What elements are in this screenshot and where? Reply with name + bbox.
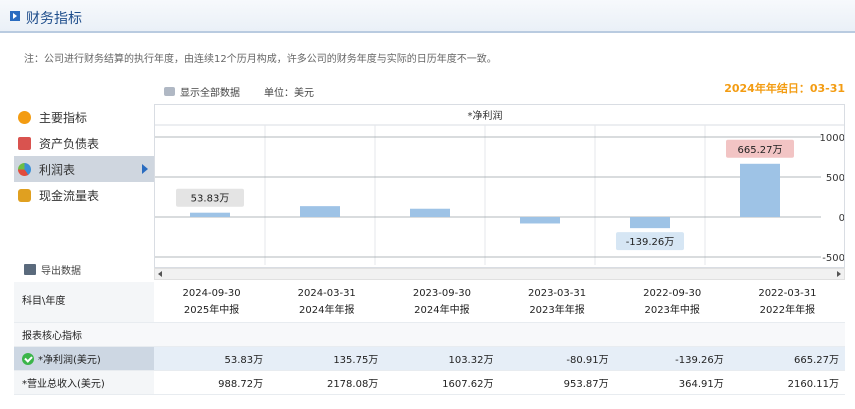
column-date: 2022-09-30 — [643, 287, 702, 299]
menu-item-label: 现金流量表 — [39, 188, 100, 203]
sun-icon — [18, 110, 31, 124]
menu-item-income-statement[interactable]: 利润表 — [14, 156, 154, 182]
data-label: 53.83万 — [191, 194, 230, 205]
table-header-row: 科目\年度 2024-09-30 2025年中报 2024-03-31 2024年年报 2… — [14, 282, 845, 323]
scroll-right-icon[interactable] — [837, 271, 841, 277]
column-period: 2025年中报 — [183, 304, 240, 316]
section-arrow-icon — [10, 11, 20, 21]
row-label-text: *营业总收入(美元) — [22, 378, 105, 390]
menu-item-label: 主要指标 — [39, 110, 88, 125]
menu-item-label: 利润表 — [39, 162, 76, 177]
menu-item-cash-flow[interactable]: 现金流量表 — [14, 182, 154, 208]
bar — [300, 206, 340, 217]
table-row[interactable]: *营业总收入(美元) 988.72万 2178.08万 1607.62万 953.87万… — [14, 370, 845, 395]
section-label: 报表核心指标 — [14, 322, 154, 347]
section-title: 财务指标 — [26, 11, 82, 27]
value-cell: 1607.62万 — [384, 370, 500, 395]
financial-table: 科目\年度 2024-09-30 2025年中报 2024-03-31 2024年年报 2… — [14, 282, 845, 395]
column-header: 2024-09-30 2025年中报 — [154, 282, 270, 323]
header-label: 科目\年度 — [14, 282, 154, 323]
column-period: 2023年年报 — [529, 304, 585, 316]
show-all-label[interactable]: 显示全部数据 — [180, 84, 240, 99]
data-label: -139.26万 — [626, 237, 675, 248]
value-cell: 103.32万 — [384, 346, 500, 371]
unit-label: 单位：美元 — [264, 88, 314, 99]
column-date: 2023-03-31 — [527, 287, 587, 299]
row-label-text: *净利润(美元) — [38, 354, 101, 366]
bar — [630, 217, 670, 229]
value-cell: 2160.11万 — [729, 370, 845, 395]
column-header: 2022-03-31 2022年年报 — [729, 282, 845, 323]
value-cell: -139.26万 — [614, 346, 730, 371]
show-all-toggle-icon[interactable] — [164, 87, 175, 96]
empty-cell — [614, 322, 730, 347]
empty-cell — [154, 322, 270, 347]
chart-title: *净利润 — [468, 109, 503, 122]
value-cell: 988.72万 — [154, 370, 270, 395]
value-cell: 2178.08万 — [269, 370, 385, 395]
value-cell: 364.91万 — [614, 370, 730, 395]
row-label: *营业总收入(美元) — [14, 370, 154, 395]
value-cell: 665.27万 — [729, 346, 845, 371]
y-tick-label: 0 — [839, 213, 844, 224]
column-period: 2023年中报 — [644, 304, 700, 316]
column-header: 2022-09-30 2023年中报 — [614, 282, 730, 323]
check-icon — [22, 352, 34, 365]
fiscal-year-note: 注：公司进行财务结算的执行年度，由连续12个历月构成，许多公司的财务年度与实际的… — [24, 54, 497, 65]
empty-cell — [269, 322, 385, 347]
column-header: 2023-03-31 2023年年报 — [499, 282, 615, 323]
chart-options: 显示全部数据 单位：美元 — [164, 84, 314, 99]
scroll-left-icon[interactable] — [158, 271, 162, 277]
chart-scrollbar[interactable] — [154, 268, 845, 280]
column-period: 2024年中报 — [414, 304, 470, 316]
bar — [190, 212, 230, 217]
y-tick-label: -500 — [822, 253, 844, 264]
empty-cell — [384, 322, 500, 347]
y-tick-label: 500 — [826, 173, 844, 184]
column-date: 2024-09-30 — [182, 287, 241, 299]
net-profit-chart: *净利润 1000 500 0 -500 53.83万 -139.26万 665.27万 — [154, 104, 845, 268]
menu-item-balance-sheet[interactable]: 资产负债表 — [14, 130, 154, 156]
export-button[interactable]: 导出数据 — [24, 262, 81, 277]
section-header: 财务指标 — [0, 0, 855, 33]
export-label: 导出数据 — [41, 266, 81, 277]
table-row[interactable]: *净利润(美元) 53.83万 135.75万 103.32万 -80.91万 -139.… — [14, 346, 845, 371]
row-label: *净利润(美元) — [14, 346, 154, 371]
chart-svg: *净利润 1000 500 0 -500 53.83万 -139.26万 665.27万 — [155, 109, 844, 265]
section-row: 报表核心指标 — [14, 322, 845, 347]
column-date: 2022-03-31 — [758, 287, 817, 299]
year-end-label: 2024年年结日：03-31 — [724, 82, 845, 95]
menu-item-label: 资产负债表 — [39, 136, 100, 151]
active-arrow-icon — [142, 164, 148, 174]
empty-cell — [729, 322, 845, 347]
column-date: 2024-03-31 — [297, 287, 356, 299]
value-cell: 53.83万 — [154, 346, 270, 371]
value-cell: 135.75万 — [269, 346, 385, 371]
value-cell: -80.91万 — [499, 346, 615, 371]
coins-icon — [18, 188, 31, 202]
empty-cell — [499, 322, 615, 347]
pie-icon — [18, 162, 31, 176]
column-period: 2024年年报 — [299, 304, 355, 316]
data-label: 665.27万 — [738, 145, 783, 156]
column-period: 2022年年报 — [759, 304, 816, 316]
bar — [410, 208, 450, 217]
export-icon — [24, 264, 36, 275]
menu-item-main-indicators[interactable]: 主要指标 — [14, 104, 154, 130]
value-cell: 953.87万 — [499, 370, 615, 395]
column-date: 2023-09-30 — [412, 287, 471, 299]
book-icon — [18, 136, 31, 150]
y-tick-label: 1000 — [820, 133, 844, 144]
report-menu: 主要指标 资产负债表 利润表 现金流量表 — [14, 104, 154, 208]
bar — [740, 163, 780, 217]
column-header: 2024-03-31 2024年年报 — [269, 282, 385, 323]
bar — [520, 217, 560, 224]
column-header: 2023-09-30 2024年中报 — [384, 282, 500, 323]
